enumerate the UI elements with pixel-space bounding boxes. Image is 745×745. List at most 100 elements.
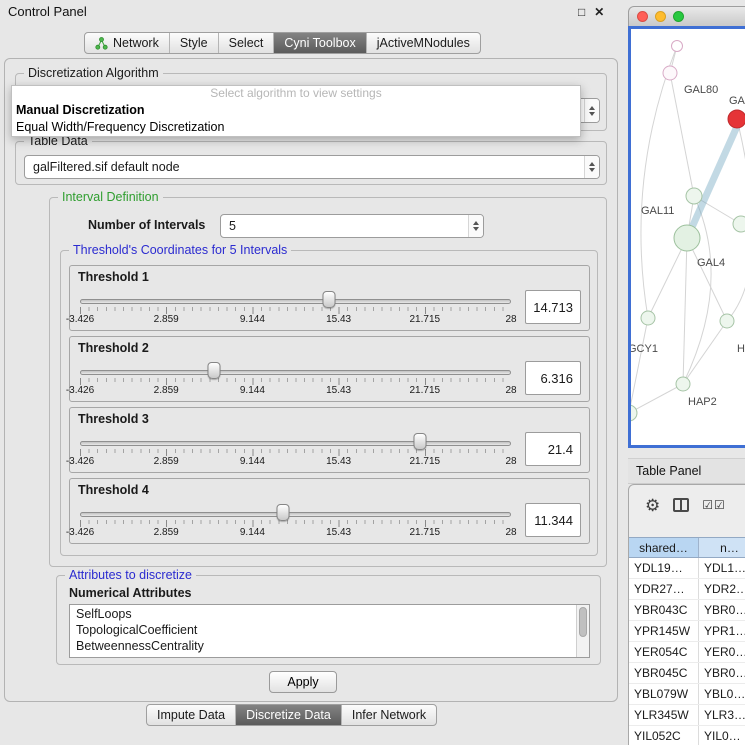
slider-track[interactable] [80, 299, 511, 304]
close-window-icon[interactable] [637, 11, 648, 22]
network-node[interactable] [631, 405, 637, 421]
table-cell[interactable]: YDR27… [629, 579, 699, 599]
column-header-shared-name[interactable]: shared… [629, 538, 699, 557]
minimize-window-icon[interactable] [655, 11, 666, 22]
table-cell[interactable]: YBR0… [699, 600, 745, 620]
table-cell[interactable]: YIL052C [629, 726, 699, 745]
apply-button[interactable]: Apply [269, 671, 337, 693]
scale-tick-label: 9.144 [240, 385, 265, 396]
table-row[interactable]: YER054C YER0… [629, 642, 745, 663]
window-traffic-lights [637, 11, 684, 22]
number-of-intervals-combobox[interactable]: 5 [220, 214, 484, 238]
table-cell[interactable]: YBL0… [699, 684, 745, 704]
table-cell[interactable]: YBL079W [629, 684, 699, 704]
threshold-3-slider-thumb[interactable] [414, 433, 427, 450]
network-node[interactable] [672, 41, 683, 52]
close-icon[interactable]: ✕ [594, 5, 604, 19]
slider-track[interactable] [80, 512, 511, 517]
attribute-list-item[interactable]: TopologicalCoefficient [70, 622, 576, 638]
network-graph[interactable]: GAL80 GA GAL11 GAL4 GCY1 H HAP2 [631, 29, 745, 445]
thresholds-coordinates-group: Threshold's Coordinates for 5 Intervals … [60, 250, 598, 556]
table-cell[interactable]: YDL19… [629, 558, 699, 578]
node-label-gal4: GAL4 [697, 257, 725, 269]
scale-tick-label: 15.43 [326, 527, 351, 538]
tab-select[interactable]: Select [218, 33, 274, 53]
tab-style[interactable]: Style [169, 33, 218, 53]
network-canvas[interactable]: GAL80 GA GAL11 GAL4 GCY1 H HAP2 [628, 26, 745, 448]
slider-track[interactable] [80, 441, 511, 446]
table-cell[interactable]: YBR043C [629, 600, 699, 620]
zoom-window-icon[interactable] [673, 11, 684, 22]
threshold-1-slider-thumb[interactable] [322, 291, 335, 308]
selected-red-node[interactable] [728, 110, 745, 128]
slider-major-ticks [80, 520, 511, 527]
table-row[interactable]: YDL19… YDL1… [629, 558, 745, 579]
network-node[interactable] [663, 66, 677, 80]
table-panel-titlebar: Table Panel [628, 458, 745, 484]
dropdown-item-equal-width-frequency[interactable]: Equal Width/Frequency Discretization [12, 119, 580, 136]
threshold-3-value-field[interactable]: 21.4 [525, 432, 581, 466]
threshold-2-slider[interactable]: -3.4262.8599.14415.4321.71528 [80, 357, 511, 399]
select-columns-checkbox-icons[interactable]: ☑☑ [702, 498, 726, 512]
table-row[interactable]: YIL052C YIL0… [629, 726, 745, 745]
table-cell[interactable]: YDL1… [699, 558, 745, 578]
table-row[interactable]: YBR043C YBR0… [629, 600, 745, 621]
control-panel-tabs: Network Style Select Cyni Toolbox jActiv… [84, 32, 481, 54]
slider-track[interactable] [80, 370, 511, 375]
column-settings-icon[interactable] [673, 498, 689, 512]
list-scrollbar[interactable] [576, 605, 589, 657]
table-cell[interactable]: YLR345W [629, 705, 699, 725]
dropdown-item-manual-discretization[interactable]: Manual Discretization [12, 102, 580, 119]
tab-cyni-toolbox[interactable]: Cyni Toolbox [273, 33, 365, 53]
gear-icon[interactable]: ⚙ [645, 497, 660, 514]
tab-discretize-data[interactable]: Discretize Data [235, 705, 341, 725]
scale-tick-label: 28 [505, 456, 516, 467]
table-row[interactable]: YLR345W YLR3… [629, 705, 745, 726]
tab-infer-network[interactable]: Infer Network [341, 705, 436, 725]
table-cell[interactable]: YBR045C [629, 663, 699, 683]
network-node[interactable] [686, 188, 702, 204]
table-cell[interactable]: YER054C [629, 642, 699, 662]
combobox-stepper-icon[interactable] [584, 99, 599, 122]
combobox-stepper-icon[interactable] [584, 156, 599, 178]
scrollbar-thumb[interactable] [579, 607, 587, 637]
tab-jactivemnodules[interactable]: jActiveMNodules [366, 33, 480, 53]
scale-tick-label: 21.715 [410, 385, 441, 396]
network-node[interactable] [676, 377, 690, 391]
table-row[interactable]: YBL079W YBL0… [629, 684, 745, 705]
table-cell[interactable]: YIL0… [699, 726, 745, 745]
table-cell[interactable]: YER0… [699, 642, 745, 662]
threshold-1-value-field[interactable]: 14.713 [525, 290, 581, 324]
tab-jactivemnodules-label: jActiveMNodules [377, 36, 470, 50]
table-row[interactable]: YDR27… YDR2… [629, 579, 745, 600]
table-row[interactable]: YBR045C YBR0… [629, 663, 745, 684]
table-row[interactable]: YPR145W YPR1… [629, 621, 745, 642]
network-node[interactable] [733, 216, 745, 232]
table-toolbar: ⚙ ☑☑ [629, 485, 745, 525]
network-node-gal4[interactable] [674, 225, 700, 251]
attribute-list-item[interactable]: SelfLoops [70, 606, 576, 622]
tab-network[interactable]: Network [85, 33, 169, 53]
table-data-combobox[interactable]: galFiltered.sif default node [24, 155, 600, 179]
table-cell[interactable]: YPR1… [699, 621, 745, 641]
network-node[interactable] [641, 311, 655, 325]
threshold-2-slider-thumb[interactable] [207, 362, 220, 379]
network-window-titlebar[interactable] [628, 6, 745, 26]
threshold-4-slider-thumb[interactable] [276, 504, 289, 521]
combobox-stepper-icon[interactable] [468, 215, 483, 237]
float-window-icon[interactable]: □ [578, 5, 585, 19]
threshold-3-slider[interactable]: -3.4262.8599.14415.4321.71528 [80, 428, 511, 470]
tab-impute-data[interactable]: Impute Data [147, 705, 235, 725]
numerical-attributes-list[interactable]: SelfLoopsTopologicalCoefficientBetweenne… [69, 604, 590, 658]
table-cell[interactable]: YPR145W [629, 621, 699, 641]
attribute-list-item[interactable]: BetweennessCentrality [70, 638, 576, 654]
column-header-name[interactable]: n… [699, 538, 745, 557]
table-cell[interactable]: YDR2… [699, 579, 745, 599]
threshold-4-value-field[interactable]: 11.344 [525, 503, 581, 537]
table-cell[interactable]: YLR3… [699, 705, 745, 725]
threshold-1-slider[interactable]: -3.4262.8599.14415.4321.71528 [80, 286, 511, 328]
network-node[interactable] [720, 314, 734, 328]
threshold-2-value-field[interactable]: 6.316 [525, 361, 581, 395]
threshold-4-slider[interactable]: -3.4262.8599.14415.4321.71528 [80, 499, 511, 541]
table-cell[interactable]: YBR0… [699, 663, 745, 683]
